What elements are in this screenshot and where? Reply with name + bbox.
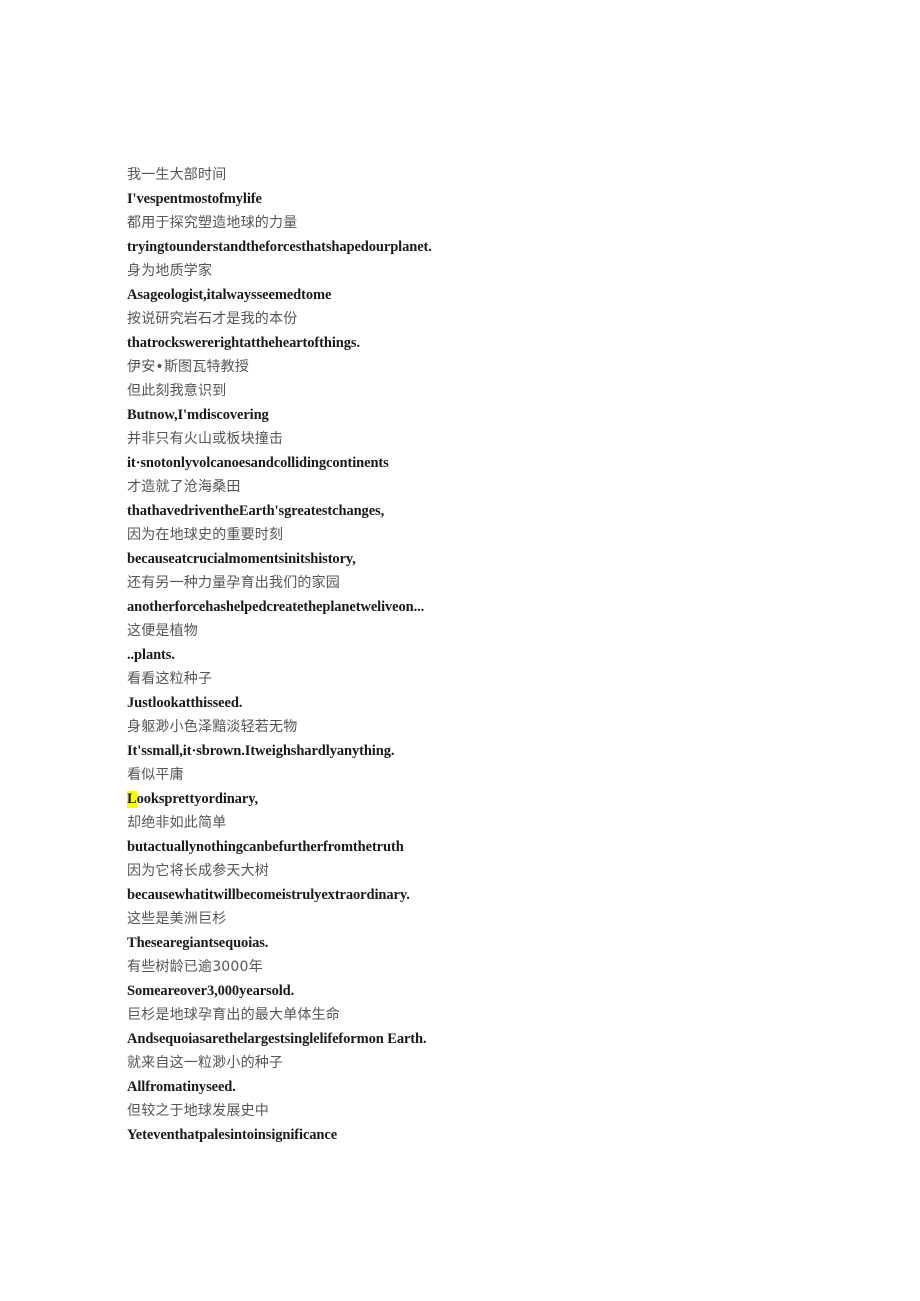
subtitle-line-en: I'vespentmostofmylife [127,191,262,207]
subtitle-line-zh: 伊安•斯图瓦特教授 [127,359,250,375]
subtitle-line-zh: 这些是美洲巨杉 [127,911,227,927]
subtitle-line-zh: 看似平庸 [127,767,184,783]
subtitle-line-zh: 就来自这一粒渺小的种子 [127,1055,284,1071]
subtitle-line-en: Someareover3,000yearsold. [127,983,295,999]
subtitle-line-en: it·snotonlyvolcanoesandcollidingcontinen… [127,455,389,471]
subtitle-line-en: Butnow,I'mdiscovering [127,407,269,423]
subtitle-line-en: becauseatcrucialmomentsinitshistory, [127,551,356,567]
document-page: 我一生大部时间 I'vespentmostofmylife 都用于探究塑造地球的力量… [0,0,920,1301]
subtitle-line-en: butactuallynothingcanbefurtherfromthetru… [127,839,404,855]
subtitle-line-zh: 因为在地球史的重要时刻 [127,527,284,543]
subtitle-line-zh: 但此刻我意识到 [127,383,227,399]
subtitle-line-en: Thesearegiantsequoias. [127,935,269,951]
subtitle-line-zh: 但较之于地球发展史中 [127,1103,269,1119]
subtitle-line-zh: 按说研究岩石才是我的本份 [127,311,298,327]
subtitle-line-en: Justlookatthisseed. [127,695,243,711]
subtitle-line-zh: 却绝非如此简单 [127,815,227,831]
subtitle-line-zh: 看看这粒种子 [127,671,213,687]
subtitle-line-en: It'ssmall,it·sbrown.Itweighshardlyanythi… [127,743,395,759]
highlighted-text: L [127,791,137,808]
subtitle-line-zh: 才造就了沧海桑田 [127,479,241,495]
subtitle-line-zh: 巨杉是地球孕育出的最大单体生命 [127,1007,340,1023]
subtitle-line-zh: 这便是植物 [127,623,198,639]
subtitle-line-en: tryingtounderstandtheforcesthatshapedour… [127,239,432,255]
subtitle-line-en: Yeteventhatpalesintoinsignificance [127,1127,338,1143]
subtitle-line-zh: 还有另一种力量孕育出我们的家园 [127,575,340,591]
subtitle-line-zh: 都用于探究塑造地球的力量 [127,215,298,231]
subtitle-line-zh: 有些树龄已逾3000年 [127,959,263,975]
subtitle-line-en: ..plants. [127,647,175,663]
subtitle-line-en: Asageologist,italwaysseemedtome [127,287,332,303]
subtitle-line-zh: 我一生大部时间 [127,167,227,183]
subtitle-line-en: thatrockswererightattheheartofthings. [127,335,360,351]
subtitle-line-en: Allfromatinyseed. [127,1079,236,1095]
subtitle-line-text: ooksprettyordinary, [136,791,259,807]
subtitle-line-en: Andsequoiasarethelargestsinglelifeformon… [127,1031,427,1047]
subtitle-line-en: Looksprettyordinary, [127,787,827,811]
subtitle-line-zh: 因为它将长成参天大树 [127,863,269,879]
subtitle-line-en: becausewhatitwillbecomeistrulyextraordin… [127,887,410,903]
subtitle-line-zh: 并非只有火山或板块撞击 [127,431,284,447]
subtitle-line-zh: 身躯渺小色泽黯淡轻若无物 [127,719,298,735]
subtitle-line-zh: 身为地质学家 [127,263,213,279]
transcript-body: 我一生大部时间 I'vespentmostofmylife 都用于探究塑造地球的力量… [127,163,827,1147]
subtitle-line-en: anotherforcehashelpedcreatetheplanetweli… [127,599,425,615]
subtitle-line-en: thathavedriventheEarth'sgreatestchanges, [127,503,385,519]
